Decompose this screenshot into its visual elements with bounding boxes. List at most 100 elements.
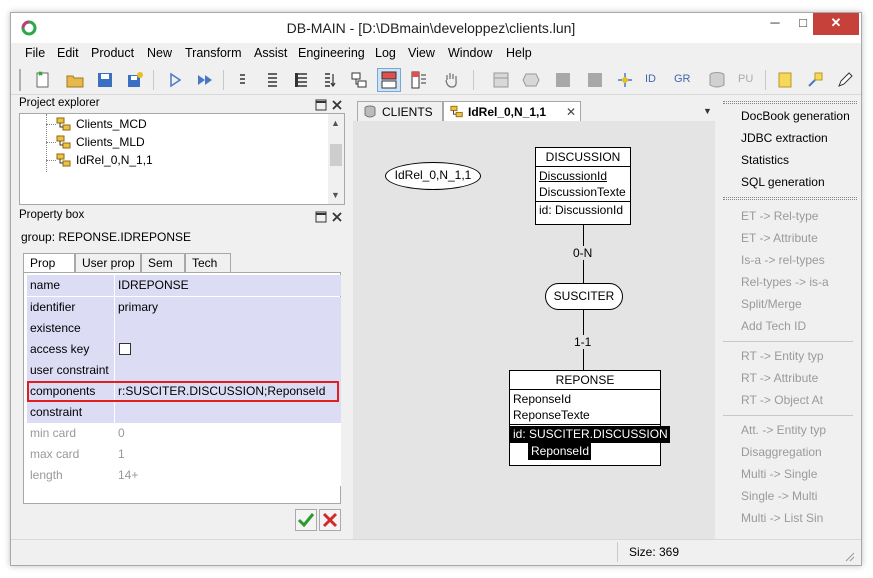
cancel-x-icon[interactable] xyxy=(319,509,341,531)
att-to-entity-type-item[interactable]: Att. -> Entity typ xyxy=(741,423,826,437)
property-row-constraint[interactable]: constraint xyxy=(27,402,341,423)
new-collection-icon[interactable] xyxy=(707,70,727,90)
tab-list-dropdown-icon[interactable]: ▼ xyxy=(703,106,712,116)
property-value[interactable] xyxy=(115,318,341,339)
text-view-sorted-icon[interactable] xyxy=(319,70,339,90)
run-icon[interactable] xyxy=(165,70,185,90)
resize-grip-icon[interactable] xyxy=(843,550,855,562)
schema-canvas[interactable]: IdRel_0,N_1,1 DISCUSSION DiscussionId Di… xyxy=(353,121,715,547)
vertical-scrollbar[interactable]: ▲ ▼ xyxy=(328,114,344,204)
tree-item-clients-mcd[interactable]: Clients_MCD xyxy=(76,117,147,131)
tab-prop[interactable]: Prop xyxy=(23,253,75,273)
save-icon[interactable] xyxy=(95,70,115,90)
new-project-icon[interactable] xyxy=(33,70,53,90)
sql-generation-item[interactable]: SQL generation xyxy=(741,175,825,189)
menu-engineering[interactable]: Engineering xyxy=(298,46,365,60)
property-value[interactable]: IDREPONSE xyxy=(115,275,341,296)
scroll-up-icon[interactable]: ▲ xyxy=(331,118,340,128)
menu-new[interactable]: New xyxy=(147,46,172,60)
attribute-discussiontexte[interactable]: DiscussionTexte xyxy=(536,184,630,201)
relationship-suscitter[interactable]: SUSCITER xyxy=(545,283,623,310)
pencil-icon[interactable] xyxy=(835,70,855,90)
tab-user-prop[interactable]: User prop xyxy=(75,253,141,273)
menu-assist[interactable]: Assist xyxy=(254,46,287,60)
dependency-view-icon[interactable] xyxy=(349,70,369,90)
hand-pan-icon[interactable] xyxy=(441,70,461,90)
restore-panel-icon[interactable] xyxy=(315,211,327,223)
tab-clients[interactable]: CLIENTS xyxy=(357,101,443,122)
menu-transform[interactable]: Transform xyxy=(185,46,242,60)
new-rel-type-icon[interactable] xyxy=(521,70,541,90)
menu-help[interactable]: Help xyxy=(506,46,532,60)
entity-reponse[interactable]: REPONSE ReponseId ReponseTexte id: SUSCI… xyxy=(509,370,670,466)
property-value[interactable] xyxy=(115,339,341,360)
property-row-name[interactable]: name IDREPONSE xyxy=(27,275,341,296)
tree-item-clients-mld[interactable]: Clients_MLD xyxy=(76,135,145,149)
disaggregation-item[interactable]: Disaggregation xyxy=(741,445,822,459)
text-view-compact-icon[interactable] xyxy=(233,70,253,90)
new-processing-unit-button[interactable]: PU xyxy=(738,73,753,85)
property-row-identifier[interactable]: identifier primary xyxy=(27,297,341,318)
save-all-icon[interactable] xyxy=(125,70,145,90)
jdbc-extraction-item[interactable]: JDBC extraction xyxy=(741,131,828,145)
new-group-button[interactable]: GR xyxy=(674,73,691,85)
menu-edit[interactable]: Edit xyxy=(57,46,79,60)
new-attribute-icon[interactable] xyxy=(553,70,573,90)
menu-view[interactable]: View xyxy=(408,46,435,60)
split-merge-item[interactable]: Split/Merge xyxy=(741,297,802,311)
tab-sem[interactable]: Sem xyxy=(141,253,185,273)
tab-tech[interactable]: Tech xyxy=(185,253,231,273)
text-view-extended-icon[interactable] xyxy=(291,70,311,90)
property-row-user-constraint[interactable]: user constraint xyxy=(27,360,341,381)
property-row-access-key[interactable]: access key xyxy=(27,339,341,360)
rt-to-object-attribute-item[interactable]: RT -> Object At xyxy=(741,393,823,407)
minimize-button[interactable]: ─ xyxy=(761,13,789,35)
multi-to-list-single-item[interactable]: Multi -> List Sin xyxy=(741,511,823,525)
entity-discussion[interactable]: DISCUSSION DiscussionId DiscussionTexte … xyxy=(535,147,631,225)
text-view-standard-icon[interactable] xyxy=(263,70,283,90)
tab-idrel[interactable]: IdRel_0,N_1,1 ✕ xyxy=(443,101,581,122)
menu-product[interactable]: Product xyxy=(91,46,134,60)
new-identifier-button[interactable]: ID xyxy=(645,73,656,85)
identifier-reponse-line1[interactable]: id: SUSCITER.DISCUSSION xyxy=(510,426,670,443)
open-folder-icon[interactable] xyxy=(65,70,85,90)
access-key-checkbox[interactable] xyxy=(119,343,131,355)
new-note-icon[interactable] xyxy=(775,70,795,90)
new-processing-unit-icon[interactable] xyxy=(585,70,605,90)
new-role-icon[interactable] xyxy=(615,70,635,90)
graphical-view-icon[interactable] xyxy=(377,68,401,92)
close-tab-icon[interactable]: ✕ xyxy=(566,103,576,121)
run-all-icon[interactable] xyxy=(195,70,215,90)
property-value[interactable]: primary xyxy=(115,297,341,318)
statistics-item[interactable]: Statistics xyxy=(741,153,789,167)
close-panel-icon[interactable] xyxy=(331,99,343,111)
restore-panel-icon[interactable] xyxy=(315,99,327,111)
rt-to-entity-type-item[interactable]: RT -> Entity typ xyxy=(741,349,824,363)
docbook-generation-item[interactable]: DocBook generation xyxy=(741,109,850,123)
property-value[interactable] xyxy=(115,402,341,423)
rt-to-attribute-item[interactable]: RT -> Attribute xyxy=(741,371,818,385)
is-a-to-rel-types-item[interactable]: Is-a -> rel-types xyxy=(741,253,825,267)
property-row-existence[interactable]: existence xyxy=(27,318,341,339)
tree-item-idrel[interactable]: IdRel_0,N_1,1 xyxy=(76,153,153,167)
identifier-reponse-line2[interactable]: ReponseId xyxy=(528,443,592,460)
close-panel-icon[interactable] xyxy=(331,211,343,223)
schema-label[interactable]: IdRel_0,N_1,1 xyxy=(385,162,481,190)
add-tech-id-item[interactable]: Add Tech ID xyxy=(741,319,806,333)
identifier-discussion[interactable]: id: DiscussionId xyxy=(536,201,630,218)
menu-log[interactable]: Log xyxy=(375,46,396,60)
scrollbar-thumb[interactable] xyxy=(330,144,342,166)
new-link-icon[interactable] xyxy=(805,70,825,90)
single-to-multi-item[interactable]: Single -> Multi xyxy=(741,489,817,503)
property-value[interactable] xyxy=(115,360,341,381)
menu-window[interactable]: Window xyxy=(448,46,492,60)
et-to-rel-type-item[interactable]: ET -> Rel-type xyxy=(741,209,818,223)
attribute-reponseid[interactable]: ReponseId xyxy=(510,390,660,407)
attribute-reponsetexte[interactable]: ReponseTexte xyxy=(510,407,660,424)
scroll-down-icon[interactable]: ▼ xyxy=(331,190,340,200)
graphical-compact-view-icon[interactable] xyxy=(409,70,429,90)
et-to-attribute-item[interactable]: ET -> Attribute xyxy=(741,231,818,245)
multi-to-single-item[interactable]: Multi -> Single xyxy=(741,467,817,481)
rel-types-to-is-a-item[interactable]: Rel-types -> is-a xyxy=(741,275,829,289)
close-button[interactable]: ✕ xyxy=(813,13,859,35)
